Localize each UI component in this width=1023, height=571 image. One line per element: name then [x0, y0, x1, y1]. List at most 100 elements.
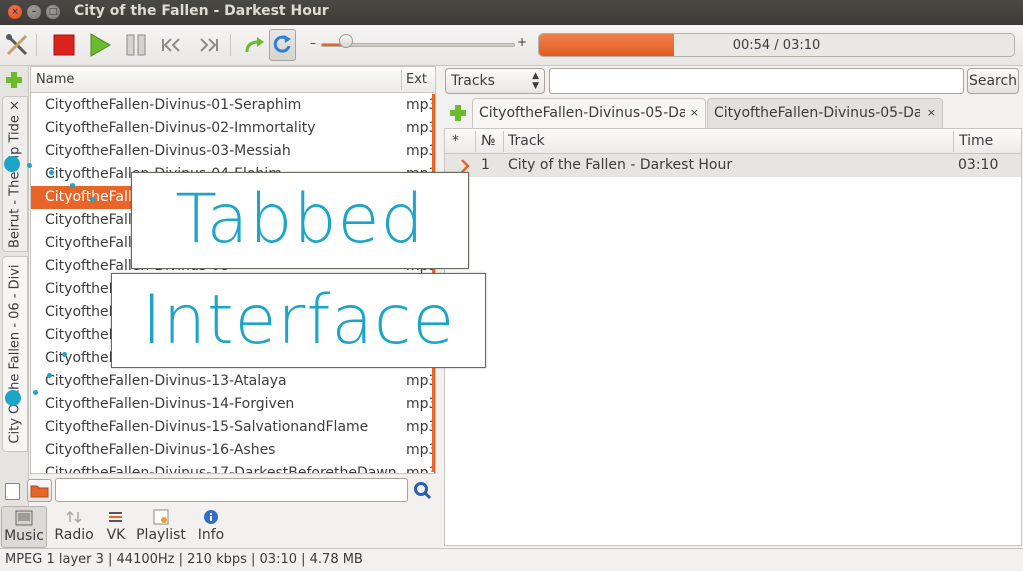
add-playlist-icon[interactable]: [448, 103, 468, 123]
previous-icon[interactable]: [159, 32, 185, 58]
window-title: City of the Fallen - Darkest Hour: [74, 3, 329, 19]
file-filter-input[interactable]: [55, 478, 408, 502]
tab-radio[interactable]: Radio: [52, 506, 96, 548]
file-name: CityoftheFallen-Divinus-02-Immortality: [45, 120, 316, 136]
overlay-connector-dot: [5, 390, 21, 406]
playlist-tab-label: CityoftheFallen-Divinus-05-Dar: [714, 105, 920, 121]
overlay-connector-dot: [62, 352, 67, 357]
search-source-value: Tracks: [451, 73, 495, 89]
toolbar-separator: [36, 34, 37, 56]
stop-icon[interactable]: [51, 32, 77, 58]
add-folder-tab-icon[interactable]: [4, 70, 24, 90]
next-icon[interactable]: [195, 32, 221, 58]
column-header-time[interactable]: Time: [959, 133, 993, 149]
close-icon[interactable]: ×: [690, 106, 699, 119]
playlist-tab-2[interactable]: CityoftheFallen-Divinus-05-Dar ×: [707, 98, 943, 128]
folder-tab-label: Beirut - The Rip Tide ×: [8, 100, 23, 248]
volume-plus-label: +: [517, 35, 528, 49]
playlist-row-track: City of the Fallen - Darkest Hour: [508, 157, 733, 173]
column-header-track[interactable]: Track: [508, 133, 545, 149]
open-folder-button[interactable]: [27, 479, 52, 502]
tab-label: Info: [197, 527, 225, 543]
file-list-header: Name Ext: [31, 67, 435, 93]
window-close-button[interactable]: ×: [8, 5, 22, 19]
shuffle-icon[interactable]: [269, 29, 296, 61]
file-list-row[interactable]: CityoftheFallen-Divinus-16-Ashes mp3: [31, 439, 435, 462]
folder-tab-beirut[interactable]: Beirut - The Rip Tide ×: [2, 96, 28, 252]
column-divider: [953, 131, 954, 152]
close-icon[interactable]: ×: [927, 106, 936, 119]
tab-label: Playlist: [136, 527, 186, 543]
pause-icon[interactable]: [123, 32, 149, 58]
file-name: CityoftheFallen-Divinus-16-Ashes: [45, 442, 276, 458]
music-icon: [15, 510, 33, 526]
playlist-tab-1[interactable]: CityoftheFallen-Divinus-05-Dar ×: [472, 98, 706, 128]
file-list-row[interactable]: CityoftheFallen-Divinus-03-Messiah mp3: [31, 140, 435, 163]
overlay-connector-dot: [49, 170, 54, 175]
playlist-row-time: 03:10: [958, 157, 999, 173]
file-name: CityoftheFallen-Divinus-15-SalvationandF…: [45, 419, 369, 435]
file-list-row[interactable]: CityoftheFallen-Divinus-15-SalvationandF…: [31, 416, 435, 439]
player-toolbar: – + 00:54 / 03:10: [0, 25, 1023, 66]
file-list-row[interactable]: CityoftheFallen-Divinus-17-DarkestBefore…: [31, 462, 435, 474]
file-list-row[interactable]: CityoftheFallen-Divinus-02-Immortality mp…: [31, 117, 435, 140]
tab-info[interactable]: Info: [193, 506, 229, 548]
preferences-icon[interactable]: [4, 32, 30, 58]
overlay-banner-tabbed: Tabbed: [131, 172, 469, 269]
tab-playlist[interactable]: Playlist: [135, 506, 187, 548]
playlist-icon: [153, 509, 169, 525]
folder-tab-title: Beirut - The Rip Tide: [7, 115, 23, 248]
playlist-header: * № Track Time: [445, 129, 1021, 154]
folder-tab-city-of-the-fallen[interactable]: City Of the Fallen - 06 - Divi: [2, 256, 28, 452]
volume-minus-label: –: [310, 36, 316, 50]
column-divider: [503, 131, 504, 152]
overlay-text-interface: Interface: [141, 281, 456, 360]
column-divider: [475, 131, 476, 152]
file-name: CityoftheFallen-Divinus-14-Forgiven: [45, 396, 295, 412]
tab-vk[interactable]: VK: [100, 506, 132, 548]
playlist-row-number: 1: [481, 157, 490, 173]
status-bar: MPEG 1 layer 3 | 44100Hz | 210 kbps | 03…: [0, 548, 1023, 571]
column-header-number[interactable]: №: [481, 133, 496, 149]
overlay-connector-dot: [27, 163, 32, 168]
window-maximize-button[interactable]: □: [46, 5, 60, 19]
playlist-tab-label: CityoftheFallen-Divinus-05-Dar: [479, 105, 685, 121]
folder-tab-strip: Beirut - The Rip Tide × City Of the Fall…: [0, 66, 29, 546]
seek-bar[interactable]: 00:54 / 03:10: [538, 33, 1015, 57]
file-list-row[interactable]: CityoftheFallen-Divinus-14-Forgiven mp3: [31, 393, 435, 416]
window-minimize-button[interactable]: –: [27, 5, 41, 19]
file-name: CityoftheFallen-Divinus-03-Messiah: [45, 143, 291, 159]
folder-tab-label: City Of the Fallen - 06 - Divi: [8, 264, 23, 443]
vk-icon: [109, 512, 122, 522]
file-list-row[interactable]: CityoftheFallen-Divinus-01-Seraphim mp3: [31, 94, 435, 117]
search-button[interactable]: Search: [967, 68, 1019, 94]
toolbar-separator: [230, 34, 231, 56]
overlay-connector-dot: [47, 373, 52, 378]
column-header-ext[interactable]: Ext: [406, 72, 427, 87]
file-list-row[interactable]: CityoftheFallen-Divinus-13-Atalaya mp3: [31, 370, 435, 393]
overlay-connector-dot: [90, 197, 95, 202]
source-tabs: Music Radio VK Playlist Info: [0, 506, 440, 548]
search-input[interactable]: [549, 68, 964, 94]
tab-label: Music: [4, 528, 44, 544]
close-icon[interactable]: ×: [8, 100, 23, 111]
title-bar: × – □ City of the Fallen - Darkest Hour: [0, 0, 1023, 25]
info-icon: [204, 510, 218, 524]
playlist-table: * № Track Time 1 City of the Fallen - Da…: [444, 128, 1022, 546]
overlay-banner-interface: Interface: [111, 273, 486, 368]
search-source-select[interactable]: Tracks ▲ ▼: [445, 68, 545, 94]
chevron-up-down-icon: ▲ ▼: [532, 71, 539, 91]
play-icon[interactable]: [87, 32, 113, 58]
column-header-name[interactable]: Name: [36, 72, 74, 87]
status-text: MPEG 1 layer 3 | 44100Hz | 210 kbps | 03…: [5, 552, 363, 567]
overlay-text-tabbed: Tabbed: [175, 180, 425, 259]
tab-music[interactable]: Music: [1, 506, 47, 548]
column-divider: [401, 70, 402, 90]
file-name: CityoftheFallen-Divinus-13-Atalaya: [45, 373, 287, 389]
repeat-icon[interactable]: [242, 32, 268, 58]
file-name: CityoftheFallen-Divinus-17-DarkestBefore…: [45, 465, 397, 474]
playlist-row[interactable]: 1 City of the Fallen - Darkest Hour 03:1…: [445, 154, 1021, 177]
search-icon[interactable]: [413, 481, 433, 501]
column-header-star[interactable]: *: [452, 133, 459, 149]
new-file-icon[interactable]: [5, 483, 20, 500]
